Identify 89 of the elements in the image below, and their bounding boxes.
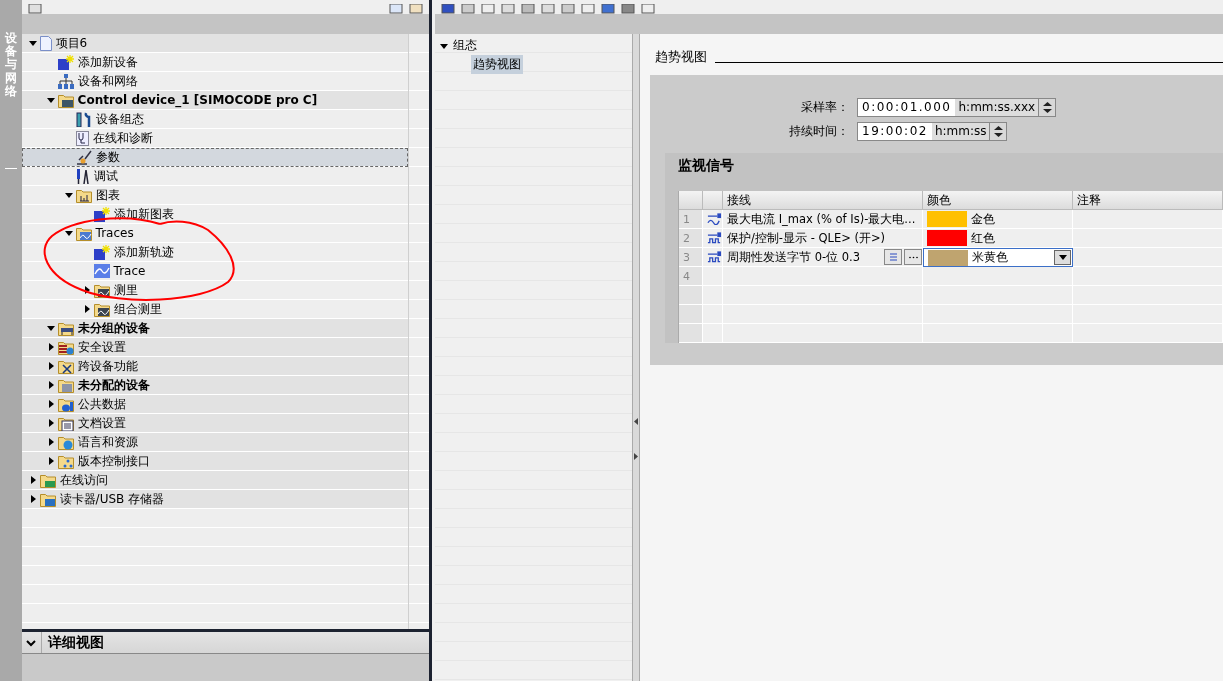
nav-item[interactable]: 组态 — [451, 36, 479, 55]
screwdriver-icon — [75, 168, 90, 184]
expand-arrow-icon[interactable] — [46, 362, 55, 370]
unknown-folder-icon — [57, 377, 74, 393]
tree-item[interactable]: 未分配的设备 — [21, 376, 408, 395]
chevron-down-icon[interactable] — [26, 638, 37, 647]
time-field[interactable]: 0:00:01.000 h:mm:ss.xxx — [857, 97, 1057, 117]
cross-folder-icon — [57, 358, 74, 374]
field-label: 持续时间： — [788, 122, 850, 140]
tree-item[interactable]: 在线访问 — [21, 471, 408, 490]
new-item-icon — [93, 206, 110, 222]
spin-icon[interactable] — [1042, 100, 1052, 114]
database-folder-icon — [57, 396, 74, 412]
wrench-icon — [75, 111, 92, 127]
version-folder-icon — [57, 453, 74, 469]
expand-arrow-icon[interactable] — [46, 419, 55, 427]
wave-folder-icon — [93, 301, 110, 317]
network-icon — [57, 73, 74, 89]
row-number: 2 — [683, 231, 690, 245]
digital-signal-icon — [707, 232, 722, 244]
section-title: 监视信号 — [678, 157, 735, 175]
panel-title: 详细视图 — [47, 633, 104, 652]
time-field[interactable]: 19:00:02 h:mm:ss — [857, 121, 1008, 141]
column-header[interactable]: 颜色 — [923, 191, 1073, 209]
list-button[interactable] — [884, 249, 902, 265]
color-dropdown[interactable]: 米黄色 — [923, 248, 1073, 267]
stethoscope-icon — [75, 130, 89, 146]
tree-item[interactable]: 未分组的设备 — [21, 319, 408, 338]
collapse-arrow-icon[interactable] — [46, 324, 55, 332]
card-reader-folder-icon — [39, 491, 56, 507]
firewall-folder-icon — [57, 339, 74, 355]
digital-signal-icon — [707, 251, 722, 263]
wave-icon — [93, 264, 110, 278]
field-label: 采样率： — [800, 98, 850, 116]
network-card-folder-icon — [39, 472, 56, 488]
device-folder-icon — [57, 92, 74, 108]
expand-arrow-icon[interactable] — [46, 438, 55, 446]
table-cell: 周期性发送字节 0-位 0.3 — [727, 249, 861, 265]
collapse-arrow-icon[interactable] — [64, 191, 73, 199]
expand-arrow-icon[interactable] — [82, 286, 91, 294]
editor-title: 趋势视图 — [655, 48, 707, 66]
expand-arrow-icon[interactable] — [82, 305, 91, 313]
tree-item[interactable]: 版本控制接口 — [21, 452, 408, 471]
tree-item[interactable]: Control device_1 [SIMOCODE pro C] — [21, 91, 408, 110]
globe-folder-icon — [57, 434, 74, 450]
expand-arrow-icon[interactable] — [46, 457, 55, 465]
wave-folder-icon — [75, 225, 92, 241]
analog-signal-icon — [707, 213, 722, 225]
expand-arrow-icon[interactable] — [28, 476, 37, 484]
tree-item[interactable]: 语言和资源 — [21, 433, 408, 452]
new-item-icon — [57, 54, 74, 70]
caret-icon[interactable] — [1058, 255, 1067, 260]
table-cell: 最大电流 I_max (% of Is)-最大电... — [727, 211, 916, 227]
column-header[interactable]: 接线 — [723, 191, 923, 209]
row-number: 3 — [683, 250, 690, 264]
parameters-icon — [75, 149, 92, 165]
row-number: 4 — [683, 269, 690, 283]
tree-item[interactable]: 公共数据 — [21, 395, 408, 414]
expand-arrow-icon[interactable] — [46, 343, 55, 351]
row-number: 1 — [683, 212, 690, 226]
collapse-arrow-icon[interactable] — [28, 39, 37, 47]
nav-item[interactable]: 趋势视图 — [471, 55, 523, 74]
list-icon — [888, 252, 898, 262]
table-cell: 保护/控制-显示 - QLE> (开>) — [727, 230, 886, 246]
browse-button[interactable] — [904, 249, 922, 265]
collapse-arrow-icon[interactable] — [440, 41, 448, 50]
collapse-arrow-icon[interactable] — [46, 96, 55, 104]
collapse-arrow-icon[interactable] — [64, 229, 73, 237]
spin-icon[interactable] — [994, 124, 1003, 138]
chart-folder-icon — [75, 187, 92, 203]
arrow-right-icon[interactable] — [634, 453, 638, 460]
ellipsis-icon — [908, 255, 918, 259]
new-item-icon — [93, 244, 110, 260]
tree-item[interactable]: 安全设置 — [21, 338, 408, 357]
tree-item[interactable]: 参数 — [21, 148, 408, 167]
expand-arrow-icon[interactable] — [28, 495, 37, 503]
expand-arrow-icon[interactable] — [46, 381, 55, 389]
device-folder-icon — [57, 320, 74, 336]
arrow-left-icon[interactable] — [634, 418, 638, 425]
table-cell: 红色 — [971, 230, 995, 246]
tree-item[interactable]: 读卡器/USB 存储器 — [21, 490, 408, 509]
tree-item[interactable]: 项目6 — [21, 34, 408, 53]
table-cell: 金色 — [971, 211, 995, 227]
document-folder-icon — [57, 415, 74, 431]
tree-item[interactable]: 文档设置 — [21, 414, 408, 433]
column-header[interactable]: 注释 — [1073, 191, 1223, 209]
expand-arrow-icon[interactable] — [46, 400, 55, 408]
tree-item[interactable]: 跨设备功能 — [21, 357, 408, 376]
document-icon — [39, 35, 52, 51]
